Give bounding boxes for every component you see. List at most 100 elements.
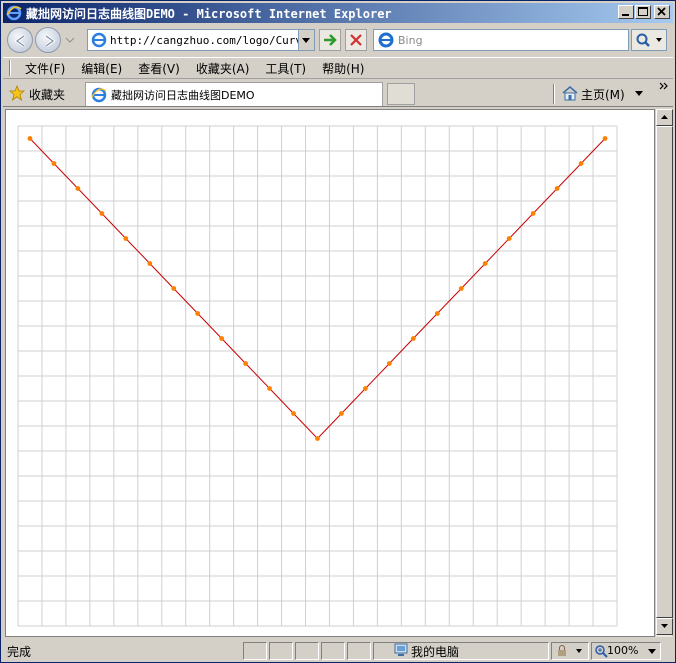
- chart-grid: [17, 125, 618, 627]
- stop-icon: [350, 34, 362, 46]
- data-point: [410, 336, 416, 341]
- browser-window: 藏拙网访问日志曲线图DEMO - Microsoft Internet Expl…: [0, 0, 676, 663]
- menu-favorites[interactable]: 收藏夹(A): [188, 60, 258, 77]
- vertical-scrollbar[interactable]: [655, 109, 673, 637]
- zoom-icon: [595, 645, 608, 658]
- status-panel: [243, 642, 267, 660]
- data-point: [171, 286, 177, 291]
- favorites-button[interactable]: 收藏夹: [29, 86, 65, 103]
- data-point: [578, 161, 584, 166]
- home-icon[interactable]: [561, 85, 579, 101]
- bing-logo-icon: [378, 32, 394, 48]
- data-point: [602, 136, 608, 141]
- arrow-down-icon: [661, 624, 668, 628]
- zoom-level: 100%: [607, 644, 639, 657]
- forward-arrow-icon: [45, 34, 56, 48]
- maximize-icon: [638, 7, 648, 16]
- zoom-dropdown-icon: [648, 649, 656, 654]
- status-panel: [347, 642, 371, 660]
- stop-button[interactable]: [345, 29, 367, 51]
- address-bar[interactable]: http://cangzhuo.com/logo/Curve.: [87, 29, 315, 51]
- data-point: [291, 411, 296, 416]
- data-point: [75, 186, 81, 191]
- curve-chart: [17, 125, 618, 627]
- back-arrow-icon: [14, 34, 25, 48]
- data-point: [386, 361, 392, 366]
- status-bar: 完成 我的电脑 100%: [3, 641, 673, 661]
- security-zone: 我的电脑: [411, 645, 460, 659]
- data-point: [147, 261, 153, 266]
- data-point: [219, 336, 225, 341]
- data-point: [530, 211, 536, 216]
- home-button[interactable]: 主页(M): [581, 86, 625, 103]
- menu-edit[interactable]: 编辑(E): [73, 60, 130, 77]
- data-point: [339, 411, 344, 416]
- data-point: [506, 236, 512, 241]
- data-point: [434, 311, 440, 316]
- lock-icon: [558, 645, 582, 656]
- chevron-down-icon: [302, 38, 310, 43]
- menu-file[interactable]: 文件(F): [17, 60, 73, 77]
- data-point: [99, 211, 105, 216]
- data-point: [195, 311, 201, 316]
- forward-button[interactable]: [35, 27, 61, 53]
- scroll-thumb[interactable]: [656, 126, 673, 618]
- page-content: [5, 109, 655, 637]
- title-bar[interactable]: 藏拙网访问日志曲线图DEMO - Microsoft Internet Expl…: [3, 3, 673, 23]
- toolbar-grip[interactable]: [9, 60, 11, 76]
- menu-tools[interactable]: 工具(T): [257, 60, 314, 77]
- protected-mode-button[interactable]: [551, 642, 589, 660]
- menu-help[interactable]: 帮助(H): [314, 60, 372, 77]
- scroll-down-button[interactable]: [656, 618, 673, 635]
- address-dropdown-button[interactable]: [298, 30, 314, 50]
- go-arrow-icon: [324, 34, 337, 46]
- menu-bar: 文件(F) 编辑(E) 查看(V) 收藏夹(A) 工具(T) 帮助(H): [3, 57, 673, 79]
- address-toolbar: http://cangzhuo.com/logo/Curve. Bing: [3, 25, 673, 55]
- data-point: [482, 261, 488, 266]
- tab-label: 藏拙网访问日志曲线图DEMO: [111, 88, 255, 102]
- data-point: [458, 286, 464, 291]
- new-tab-button[interactable]: [387, 83, 415, 105]
- series-line: [29, 138, 606, 440]
- data-point: [315, 436, 320, 441]
- tab-current[interactable]: 藏拙网访问日志曲线图DEMO: [85, 82, 383, 106]
- chevron-more-icon[interactable]: [659, 82, 669, 92]
- chart-markers: [27, 136, 608, 441]
- maximize-button[interactable]: [635, 5, 651, 19]
- arrow-up-icon: [661, 115, 668, 119]
- go-button[interactable]: [319, 29, 341, 51]
- status-panel: [321, 642, 345, 660]
- ie-page-icon: [91, 32, 107, 48]
- data-point: [51, 161, 57, 166]
- scroll-up-button[interactable]: [656, 109, 673, 126]
- command-separator: [553, 84, 555, 104]
- search-input[interactable]: Bing: [398, 34, 423, 47]
- window-title: 藏拙网访问日志曲线图DEMO - Microsoft Internet Expl…: [26, 6, 392, 21]
- minimize-button[interactable]: [618, 5, 634, 19]
- minimize-icon: [622, 14, 629, 16]
- back-button[interactable]: [7, 27, 33, 53]
- data-point: [363, 386, 368, 391]
- favorites-bar: 收藏夹 藏拙网访问日志曲线图DEMO 主页(M): [3, 81, 673, 107]
- status-panel: [295, 642, 319, 660]
- menu-view[interactable]: 查看(V): [130, 60, 188, 77]
- data-point: [27, 136, 33, 141]
- search-icon: [636, 33, 662, 47]
- close-button[interactable]: [654, 5, 670, 19]
- ie-logo-icon: [6, 5, 22, 21]
- search-box[interactable]: Bing: [373, 29, 629, 51]
- favorites-star-icon[interactable]: [9, 85, 25, 101]
- home-dropdown-icon[interactable]: [635, 91, 643, 97]
- data-point: [554, 186, 560, 191]
- address-input[interactable]: http://cangzhuo.com/logo/Curve.: [110, 34, 300, 47]
- data-point: [243, 361, 249, 366]
- ie-page-icon: [91, 87, 107, 102]
- search-button[interactable]: [631, 29, 667, 51]
- close-icon: [657, 7, 666, 16]
- data-point: [123, 236, 129, 241]
- computer-icon: [394, 643, 408, 656]
- history-dropdown-icon[interactable]: [65, 37, 75, 45]
- status-text: 完成: [7, 645, 32, 659]
- data-point: [267, 386, 272, 391]
- status-panel: [269, 642, 293, 660]
